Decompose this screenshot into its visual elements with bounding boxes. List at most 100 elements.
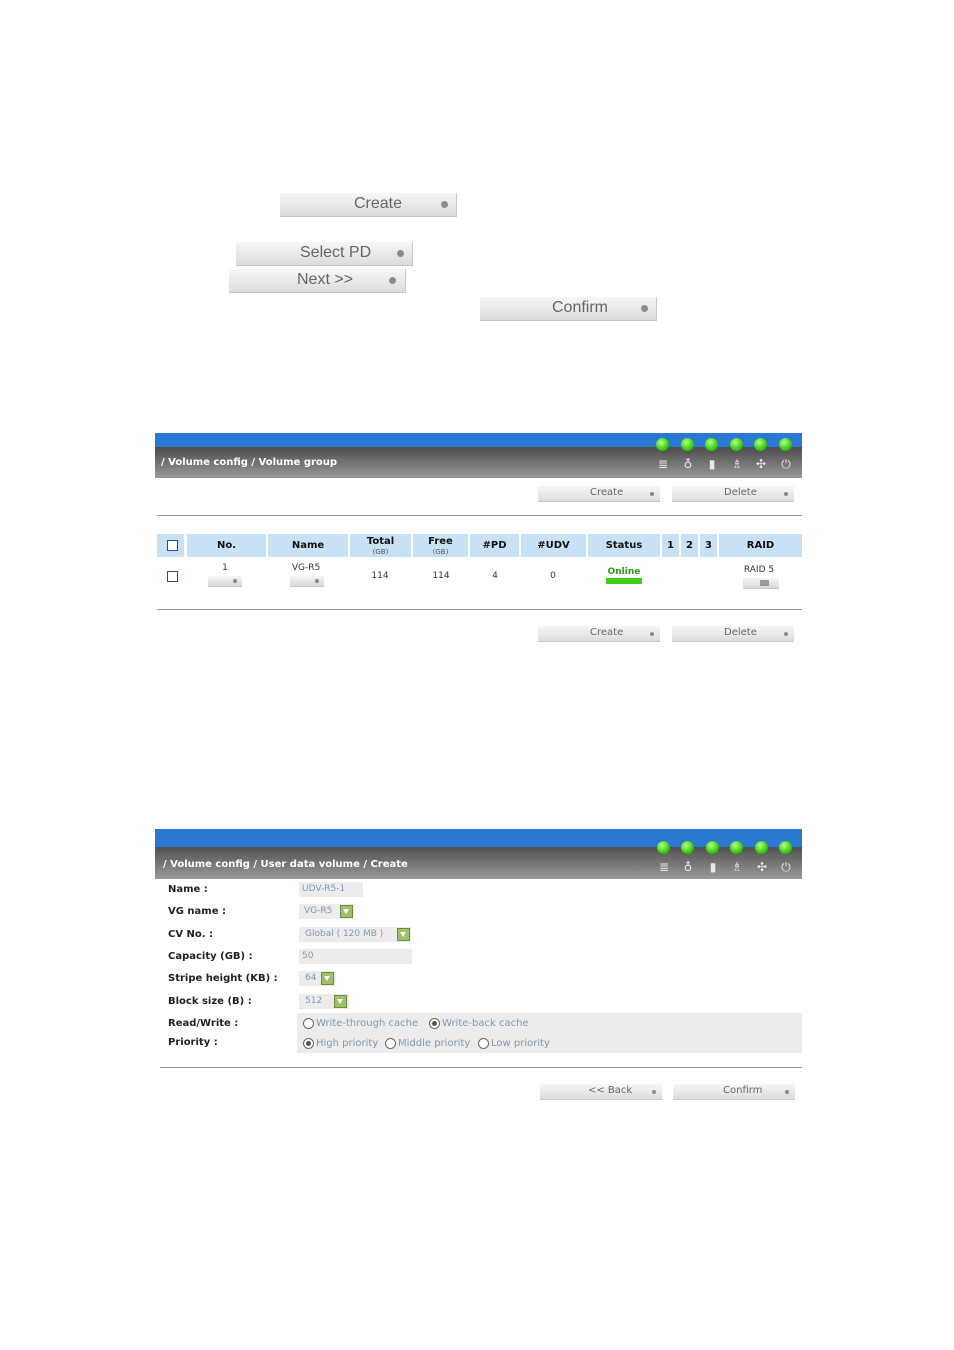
bullet-icon [397,250,404,257]
write-back-radio[interactable] [429,1018,440,1029]
bullet-icon [650,632,654,636]
select-all-checkbox[interactable] [167,540,178,551]
col-3[interactable]: 3 [700,534,717,557]
col-2[interactable]: 2 [681,534,698,557]
chevron-down-icon [340,905,353,918]
col-no[interactable]: No. [187,534,266,557]
vg-name-value: VG-R5 [304,906,333,916]
battery-icon[interactable]: ▮ [706,860,720,874]
col-raid[interactable]: RAID [719,534,802,557]
low-priority-label[interactable]: Low priority [491,1038,550,1049]
status-bar [606,578,642,584]
row-free: 114 [432,571,450,581]
bullet-icon [785,1090,789,1094]
vg-name-label: VG name : [168,906,226,917]
delete-button-label: Delete [724,487,757,498]
confirm-button[interactable]: Confirm [673,1084,795,1100]
next-button-label: Next >> [297,271,354,288]
block-size-label: Block size (B) : [168,996,252,1007]
cv-no-label: CV No. : [168,929,214,940]
status-led [730,841,743,854]
col-free[interactable]: Free (GB) [413,534,468,557]
temperature-icon[interactable]: ♁ [681,457,695,471]
bullet-icon [389,277,396,284]
confirm-button-label: Confirm [723,1085,763,1096]
capacity-input[interactable]: 50 [299,949,412,964]
bullet-icon [650,492,654,496]
voltage-icon[interactable]: ♗ [730,457,744,471]
confirm-button-label: Confirm [552,299,609,316]
vg-name-select[interactable]: VG-R5 [299,904,354,919]
row-udv: 0 [550,571,556,581]
row-pd: 4 [492,571,498,581]
bullet-icon [784,492,788,496]
fan-icon[interactable]: ✣ [755,860,769,874]
status-led [730,438,743,451]
high-priority-label[interactable]: High priority [316,1038,378,1049]
select-all-header [157,534,184,557]
confirm-button[interactable]: Confirm [480,297,657,321]
row-status: Online [607,567,641,577]
create-button-label: Create [354,195,403,212]
row-checkbox[interactable] [167,571,178,582]
low-priority-radio[interactable] [478,1038,489,1049]
power-icon[interactable]: ⏻ [779,860,793,874]
power-icon[interactable]: ⏻ [779,457,793,471]
row-no-menu-button[interactable] [208,576,242,587]
status-led [681,438,694,451]
cv-no-select[interactable]: Global ( 120 MB ) [299,927,411,942]
raid-menu-button[interactable] [743,578,779,589]
delete-button[interactable]: Delete [672,486,794,502]
col-udv[interactable]: #UDV [521,534,586,557]
battery-icon[interactable]: ▮ [705,457,719,471]
divider [157,515,802,516]
status-led [755,841,768,854]
breadcrumb: / Volume config / Volume group [161,457,338,468]
create-button[interactable]: Create [538,626,660,642]
folder-icon [760,580,769,586]
chevron-down-icon [397,928,410,941]
status-led [779,438,792,451]
bullet-icon [784,632,788,636]
write-through-radio[interactable] [303,1018,314,1029]
name-field[interactable]: UDV-R5-1 [299,882,363,897]
middle-priority-radio[interactable] [385,1038,396,1049]
temperature-icon[interactable]: ♁ [681,860,695,874]
disk-icon[interactable]: ≣ [656,457,670,471]
stripe-height-label: Stripe height (KB) : [168,973,278,984]
name-value: UDV-R5-1 [302,884,346,894]
status-led [657,841,670,854]
col-free-label: Free [428,536,453,547]
fan-icon[interactable]: ✣ [754,457,768,471]
col-free-unit: (GB) [432,548,449,556]
high-priority-radio[interactable] [303,1038,314,1049]
middle-priority-label[interactable]: Middle priority [398,1038,470,1049]
write-through-label[interactable]: Write-through cache [316,1018,418,1029]
status-led [779,841,792,854]
back-button[interactable]: << Back [540,1084,662,1100]
col-status[interactable]: Status [588,534,660,557]
select-pd-button[interactable]: Select PD [236,242,413,266]
create-button-label: Create [590,487,624,498]
row-name-menu-button[interactable] [290,576,324,587]
col-total[interactable]: Total (GB) [350,534,411,557]
next-button[interactable]: Next >> [229,269,406,293]
delete-button[interactable]: Delete [672,626,794,642]
create-button[interactable]: Create [280,193,457,217]
priority-label: Priority : [168,1037,218,1048]
col-total-unit: (GB) [372,548,389,556]
create-button[interactable]: Create [538,486,660,502]
disk-icon[interactable]: ≣ [657,860,671,874]
block-size-value: 512 [305,996,323,1006]
col-name[interactable]: Name [268,534,348,557]
col-1[interactable]: 1 [662,534,679,557]
voltage-icon[interactable]: ♗ [730,860,744,874]
block-size-select[interactable]: 512 [299,994,349,1009]
col-pd[interactable]: #PD [470,534,519,557]
stripe-height-select[interactable]: 64 [299,971,336,986]
bullet-icon [315,579,319,583]
write-back-label[interactable]: Write-back cache [442,1018,529,1029]
read-write-label: Read/Write : [168,1018,239,1029]
create-button-label: Create [590,627,624,638]
status-led [681,841,694,854]
